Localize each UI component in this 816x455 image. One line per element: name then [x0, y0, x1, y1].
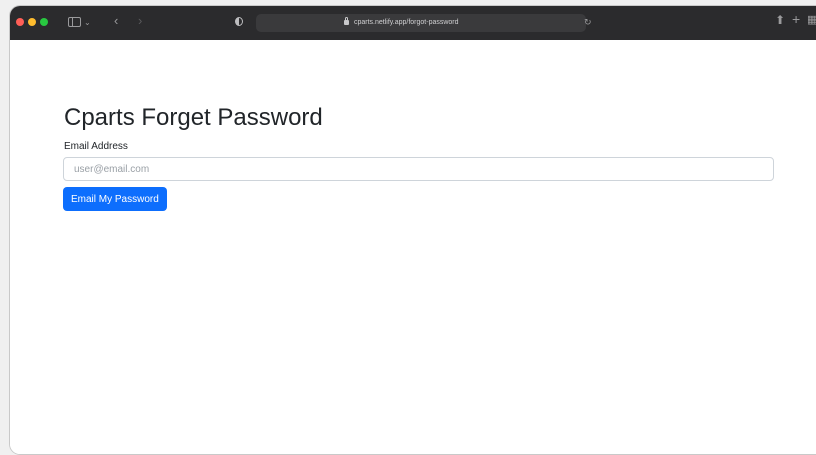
- close-window-icon[interactable]: [16, 18, 24, 26]
- plus-icon[interactable]: +: [792, 12, 800, 26]
- address-bar[interactable]: cparts.netlify.app/forgot-password ↻: [256, 14, 592, 32]
- chevron-down-icon[interactable]: ⌄: [84, 17, 91, 28]
- forward-arrow-icon[interactable]: ›: [138, 14, 142, 27]
- tab-overview-icon[interactable]: ▦: [807, 15, 816, 26]
- sidebar-icon[interactable]: [68, 17, 81, 27]
- url-text[interactable]: cparts.netlify.app/forgot-password: [354, 18, 459, 28]
- share-icon[interactable]: ⬆: [775, 14, 785, 26]
- lock-icon: [344, 17, 349, 25]
- back-arrow-icon[interactable]: ‹: [114, 14, 118, 27]
- email-field[interactable]: [63, 157, 774, 181]
- email-my-password-button[interactable]: Email My Password: [63, 187, 167, 211]
- reload-icon[interactable]: ↻: [584, 17, 592, 27]
- page-title: Cparts Forget Password: [64, 104, 323, 131]
- maximize-window-icon[interactable]: [40, 18, 48, 26]
- email-label: Email Address: [64, 141, 128, 152]
- browser-window: ⌄ ‹ › cparts.netlify.app/forgot-password…: [10, 6, 816, 454]
- page-content: Cparts Forget Password Email Address Ema…: [10, 40, 816, 454]
- minimize-window-icon[interactable]: [28, 18, 36, 26]
- browser-toolbar: ⌄ ‹ › cparts.netlify.app/forgot-password…: [10, 6, 816, 40]
- shield-icon[interactable]: [235, 17, 243, 26]
